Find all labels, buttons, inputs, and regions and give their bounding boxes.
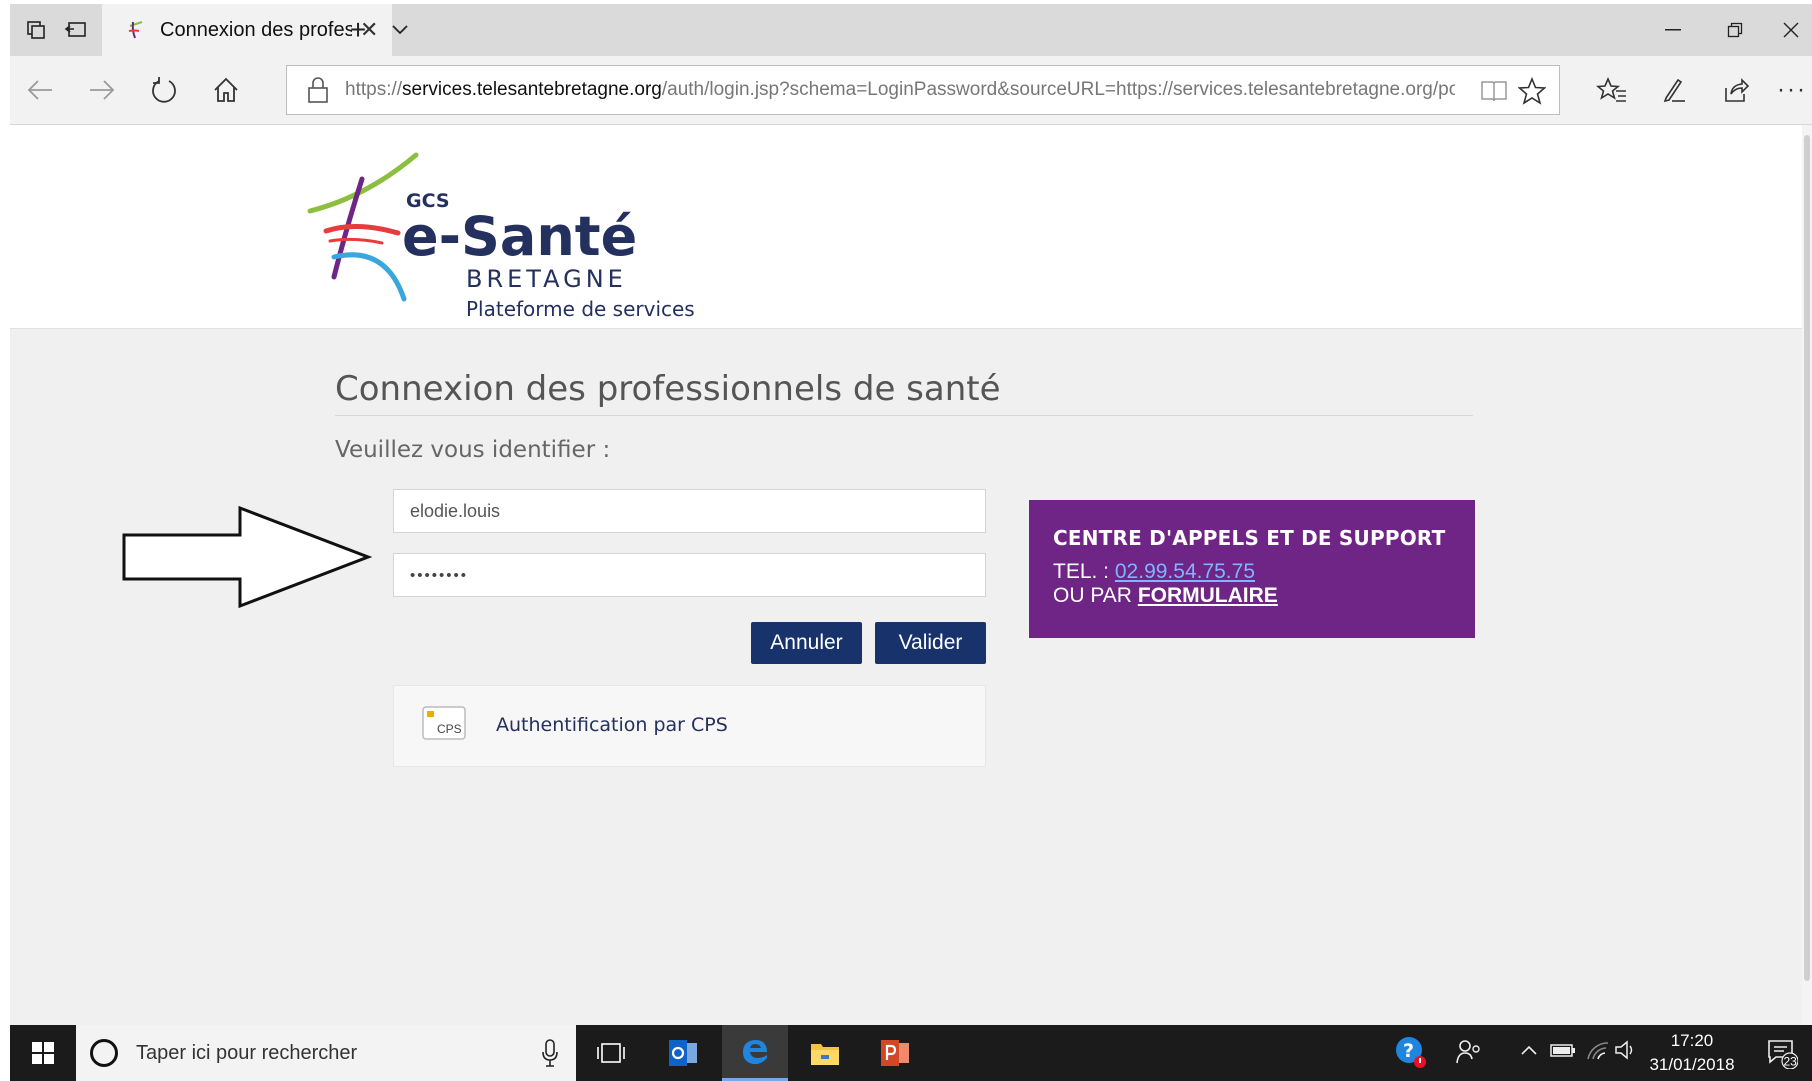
support-title: CENTRE D'APPELS ET DE SUPPORT xyxy=(1053,526,1446,550)
search-placeholder: Taper ici pour rechercher xyxy=(136,1041,358,1064)
windows-taskbar: Taper ici pour rechercher ? 17:20 31/01/… xyxy=(10,1025,1812,1081)
support-phone-line: TEL. : 02.99.54.75.75 xyxy=(1053,560,1256,583)
favorite-star-icon[interactable] xyxy=(1515,74,1549,108)
forward-arrow-icon[interactable] xyxy=(80,68,124,112)
svg-text:e-Santé: e-Santé xyxy=(402,205,637,268)
web-page: GCS e-Santé BRETAGNE Plateforme de servi… xyxy=(10,125,1802,1025)
support-box: CENTRE D'APPELS ET DE SUPPORT TEL. : 02.… xyxy=(1029,500,1475,638)
svg-text:?: ? xyxy=(1403,1040,1414,1062)
more-options-icon[interactable]: ··· xyxy=(1770,68,1812,112)
tab-preview-chevron-icon[interactable] xyxy=(382,14,418,46)
esante-bretagne-logo: GCS e-Santé BRETAGNE xyxy=(307,152,637,302)
url-text: https://services.telesantebretagne.org/a… xyxy=(345,79,1455,100)
cps-auth-option[interactable]: CPS Authentification par CPS xyxy=(393,685,986,767)
scrollbar-thumb[interactable] xyxy=(1804,135,1810,981)
lock-icon xyxy=(308,77,328,103)
page-title: Connexion des professionnels de santé xyxy=(335,369,1473,416)
edge-app-icon[interactable] xyxy=(722,1025,788,1081)
show-hidden-icons-chevron-icon[interactable] xyxy=(1520,1039,1538,1062)
cortana-icon xyxy=(90,1039,118,1067)
login-instruction: Veuillez vous identifier : xyxy=(335,437,611,463)
page-scrollbar[interactable] xyxy=(1802,125,1812,1025)
close-window-icon[interactable] xyxy=(1766,12,1812,48)
microphone-icon[interactable] xyxy=(542,1039,558,1067)
web-note-pen-icon[interactable] xyxy=(1652,68,1696,112)
reading-view-icon[interactable] xyxy=(1477,74,1511,108)
outlook-app-icon[interactable] xyxy=(650,1025,716,1081)
svg-text:BRETAGNE: BRETAGNE xyxy=(466,265,627,293)
site-header: GCS e-Santé BRETAGNE Plateforme de servi… xyxy=(10,125,1802,329)
minimize-icon[interactable] xyxy=(1648,12,1698,48)
tab-actions-icon[interactable] xyxy=(18,14,54,46)
cps-auth-label: Authentification par CPS xyxy=(496,714,728,736)
tab-title: Connexion des professi xyxy=(160,18,352,41)
password-field[interactable]: •••••••• xyxy=(393,553,986,597)
task-view-icon[interactable] xyxy=(578,1025,644,1081)
title-bar: Connexion des professi ✕ + xyxy=(10,4,1812,56)
windows-logo-icon xyxy=(32,1042,54,1064)
submit-button[interactable]: Valider xyxy=(875,622,986,664)
action-center-icon[interactable]: 23 xyxy=(1766,1037,1799,1070)
svg-text:CPS: CPS xyxy=(437,722,462,736)
cancel-button[interactable]: Annuler xyxy=(751,622,862,664)
platform-label: Plateforme de services xyxy=(466,297,695,321)
volume-icon[interactable] xyxy=(1614,1039,1638,1067)
support-phone-link[interactable]: 02.99.54.75.75 xyxy=(1115,560,1255,583)
clock-time: 17:20 xyxy=(1670,1031,1714,1050)
navigation-bar: https://services.telesantebretagne.org/a… xyxy=(10,56,1812,125)
people-icon[interactable] xyxy=(1456,1039,1482,1071)
home-icon[interactable] xyxy=(204,68,248,112)
share-icon[interactable] xyxy=(1714,68,1758,112)
clock-date: 31/01/2018 xyxy=(1649,1055,1735,1074)
support-form-line: OU PAR FORMULAIRE xyxy=(1053,584,1278,607)
support-form-link[interactable]: FORMULAIRE xyxy=(1138,584,1278,607)
taskbar-search-box[interactable]: Taper ici pour rechercher xyxy=(76,1025,576,1081)
system-clock[interactable]: 17:20 31/01/2018 xyxy=(1640,1029,1744,1077)
file-explorer-icon[interactable] xyxy=(792,1025,858,1081)
favorites-hub-icon[interactable] xyxy=(1590,68,1634,112)
set-aside-tabs-icon[interactable] xyxy=(58,14,94,46)
site-favicon-icon xyxy=(128,21,143,39)
username-field[interactable]: elodie.louis xyxy=(393,489,986,533)
help-alert-icon[interactable]: ? xyxy=(1394,1035,1428,1075)
powerpoint-app-icon[interactable] xyxy=(862,1025,928,1081)
pointer-arrow-icon xyxy=(122,505,372,609)
notification-count: 23 xyxy=(1784,1055,1798,1069)
wifi-icon[interactable] xyxy=(1586,1039,1610,1067)
start-button[interactable] xyxy=(10,1025,76,1081)
address-bar[interactable]: https://services.telesantebretagne.org/a… xyxy=(286,65,1560,115)
refresh-icon[interactable] xyxy=(142,68,186,112)
restore-icon[interactable] xyxy=(1710,12,1760,48)
browser-window: Connexion des professi ✕ + https://servi… xyxy=(10,4,1812,1081)
new-tab-icon[interactable]: + xyxy=(340,14,376,46)
cps-card-icon: CPS xyxy=(422,706,466,740)
back-arrow-icon[interactable] xyxy=(18,68,62,112)
battery-icon[interactable] xyxy=(1550,1041,1576,1064)
